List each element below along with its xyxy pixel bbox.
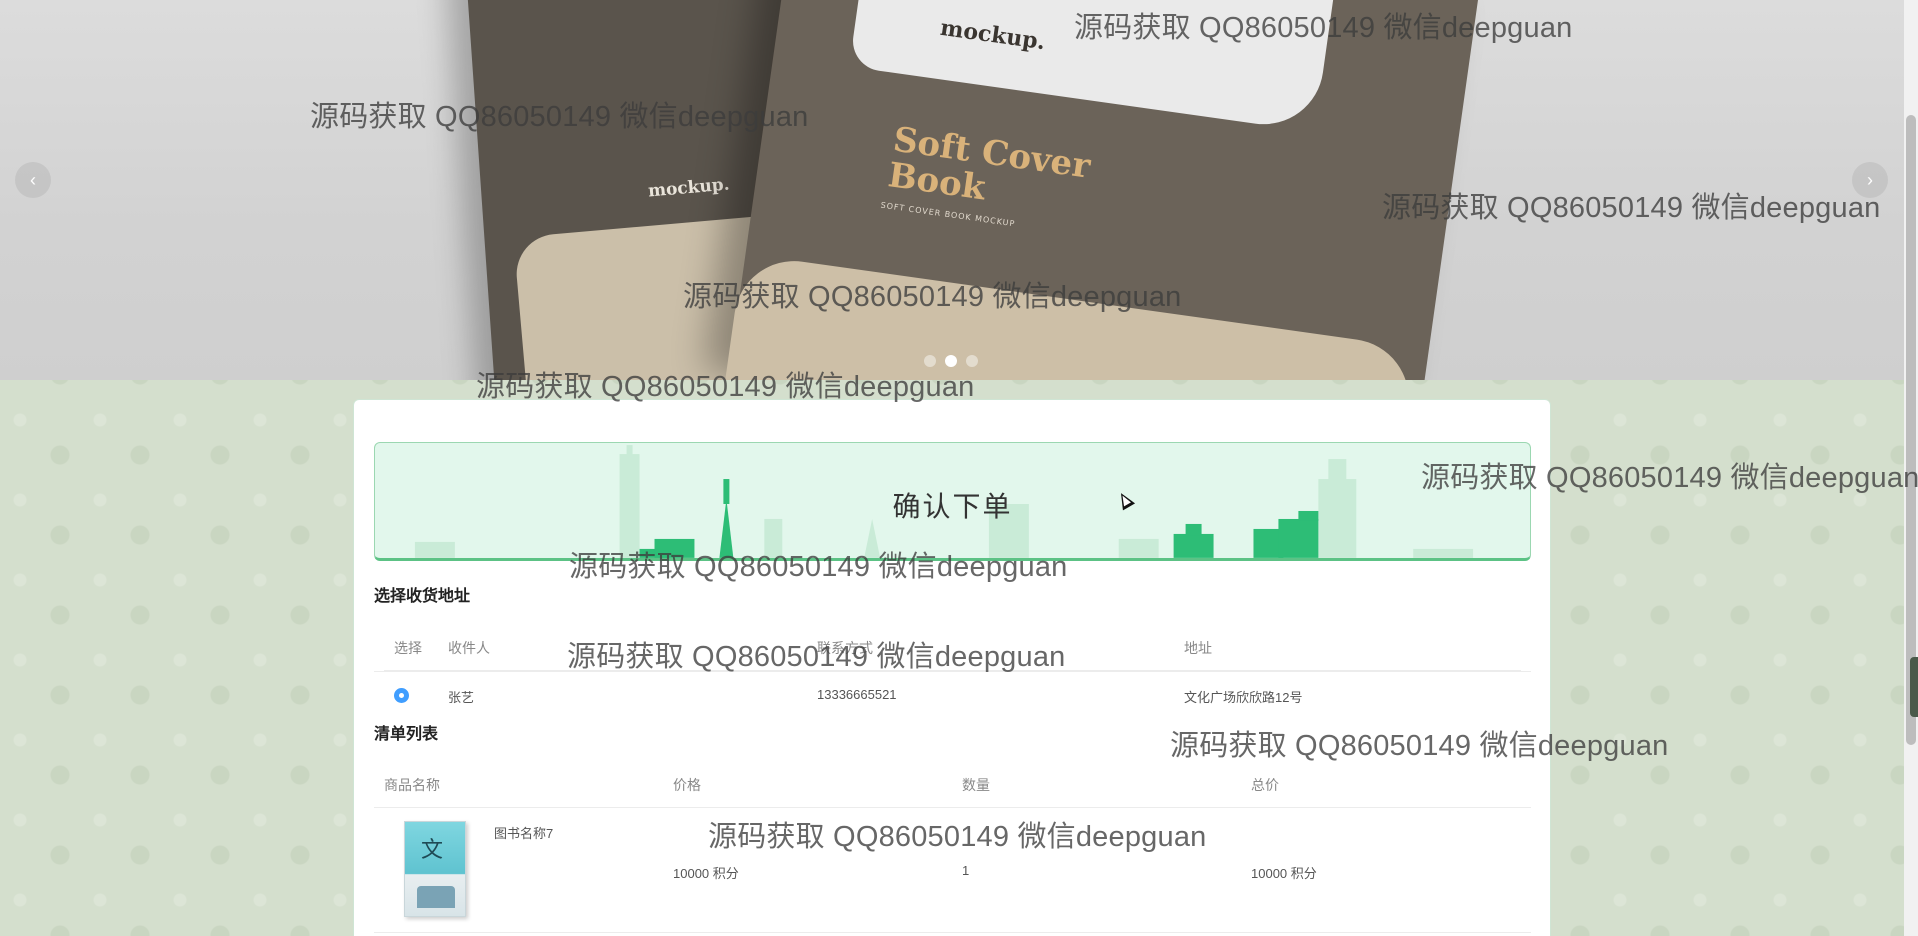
carousel-dot-2[interactable]	[945, 355, 957, 367]
side-float-tab[interactable]	[1910, 657, 1918, 717]
items-table-header: 商品名称 价格 数量 总价	[374, 760, 1531, 808]
address-table-header: 选择 收件人 联系方式 地址	[374, 623, 1531, 671]
address-header-phone: 联系方式	[817, 640, 873, 656]
items-header-price: 价格	[673, 777, 701, 793]
item-total: 10000 积分	[1251, 866, 1317, 881]
list-section-title: 清单列表	[374, 726, 439, 743]
banner-carousel: mockup. mockup. Soft Cover Book SOFT COV…	[0, 0, 1918, 380]
order-items-table: 商品名称 价格 数量 总价 文 图书名称7 10000 积分 1 10000 积…	[374, 760, 1531, 933]
book-cover-art	[417, 886, 455, 908]
address-header-recipient: 收件人	[448, 640, 490, 656]
carousel-next-button[interactable]: ›	[1852, 162, 1888, 198]
chevron-right-icon: ›	[1867, 169, 1873, 190]
page-scrollbar-thumb[interactable]	[1906, 115, 1916, 745]
address-section-title: 选择收货地址	[374, 588, 471, 605]
item-name: 图书名称7	[494, 826, 554, 841]
order-banner: 确认下单	[374, 442, 1531, 561]
address-table: 选择 收件人 联系方式 地址 张艺 13336665521 文化广场欣欣路12号	[374, 623, 1531, 719]
address-text: 文化广场欣欣路12号	[1184, 690, 1303, 705]
chevron-left-icon: ‹	[30, 169, 36, 190]
carousel-indicators	[924, 355, 978, 367]
item-price: 10000 积分	[673, 866, 739, 881]
book-cover-image: 文	[404, 821, 466, 917]
items-header-total: 总价	[1251, 777, 1279, 793]
address-phone: 13336665521	[817, 687, 897, 702]
address-recipient: 张艺	[448, 690, 475, 705]
items-header-name: 商品名称	[384, 777, 440, 793]
order-confirm-card: 确认下单 选择收货地址 选择 收件人 联系方式 地址 张艺 1333666552…	[353, 399, 1551, 936]
address-header-address: 地址	[1184, 640, 1212, 656]
items-header-quantity: 数量	[962, 777, 990, 793]
book-cover-glyph: 文	[421, 838, 444, 863]
item-quantity: 1	[962, 863, 970, 878]
carousel-prev-button[interactable]: ‹	[15, 162, 51, 198]
address-header-select: 选择	[394, 640, 422, 656]
carousel-dot-3[interactable]	[966, 355, 978, 367]
address-row[interactable]: 张艺 13336665521 文化广场欣欣路12号	[374, 671, 1531, 719]
carousel-dot-1[interactable]	[924, 355, 936, 367]
order-item-row: 文 图书名称7 10000 积分 1 10000 积分	[374, 808, 1531, 933]
page-title: 确认下单	[892, 491, 1013, 522]
address-radio[interactable]	[394, 688, 409, 703]
